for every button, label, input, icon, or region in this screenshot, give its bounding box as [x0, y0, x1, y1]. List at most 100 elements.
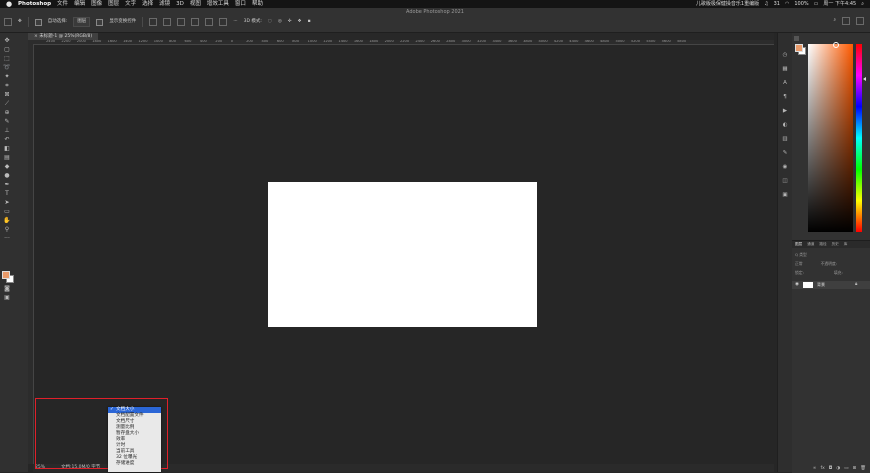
- link-layers-icon[interactable]: ∞: [813, 466, 817, 471]
- panel-collapse-icon[interactable]: [794, 36, 799, 41]
- calendar-date[interactable]: 31: [774, 0, 780, 8]
- dodge-tool-icon[interactable]: ●: [3, 172, 11, 180]
- styles-panel-icon[interactable]: ▣: [781, 191, 789, 199]
- move-tool-icon[interactable]: ✥: [18, 18, 22, 26]
- color-picker-handle[interactable]: [833, 42, 839, 48]
- slide-3d-icon[interactable]: ❖: [298, 18, 302, 26]
- menu-filter[interactable]: 滤镜: [159, 0, 170, 8]
- pan-3d-icon[interactable]: ✣: [288, 18, 292, 26]
- align-left-icon[interactable]: [149, 18, 158, 26]
- layer-kind-filter[interactable]: Q 类型: [795, 252, 807, 257]
- eraser-tool-icon[interactable]: ◧: [3, 145, 11, 153]
- document-tab[interactable]: × 未标题-1 @ 25%(RGB/8): [28, 33, 99, 40]
- frame-tool-icon[interactable]: ⊠: [3, 91, 11, 99]
- history-panel-icon[interactable]: ◷: [781, 51, 789, 59]
- swatches-panel-icon[interactable]: ▦: [781, 65, 789, 73]
- screen-mode-icon[interactable]: ▣: [3, 294, 11, 302]
- new-group-icon[interactable]: ▭: [844, 466, 848, 471]
- menu-select[interactable]: 选择: [142, 0, 153, 8]
- quick-mask-icon[interactable]: ◙: [3, 285, 11, 293]
- paragraph-panel-icon[interactable]: ¶: [781, 93, 789, 101]
- share-icon[interactable]: [856, 17, 864, 25]
- roll-3d-icon[interactable]: ◎: [278, 18, 282, 26]
- clock[interactable]: 周一 下午4:45: [823, 0, 856, 8]
- search-icon[interactable]: ⌕: [861, 0, 864, 8]
- align-bottom-icon[interactable]: [219, 18, 228, 26]
- libraries-panel-icon[interactable]: ▥: [781, 135, 789, 143]
- menu-help[interactable]: 帮助: [252, 0, 263, 8]
- menu-image[interactable]: 图像: [91, 0, 102, 8]
- apple-icon[interactable]: ●: [6, 0, 12, 8]
- gradient-tool-icon[interactable]: ▤: [3, 154, 11, 162]
- delete-layer-icon[interactable]: 🗑︎: [860, 466, 866, 471]
- layer-style-icon[interactable]: fx: [820, 466, 824, 471]
- workspace-icon[interactable]: [842, 17, 850, 25]
- panel-foreground-swatch[interactable]: [795, 44, 803, 52]
- tab-channels[interactable]: 通道: [807, 241, 814, 248]
- hue-slider[interactable]: [856, 44, 862, 232]
- magic-wand-tool-icon[interactable]: ✦: [3, 73, 11, 81]
- properties-panel-icon[interactable]: ▶: [781, 107, 789, 115]
- add-mask-icon[interactable]: ◘: [829, 466, 833, 471]
- more-options-icon[interactable]: ···: [233, 18, 237, 26]
- menu-item-save-progress[interactable]: 存储进度: [108, 461, 161, 467]
- horizontal-ruler[interactable]: 2400 2200 2000 1800 1600 1400 1200 1000 800 600 40…: [28, 40, 774, 45]
- auto-select-target-dropdown[interactable]: 图层: [73, 17, 91, 27]
- healing-brush-tool-icon[interactable]: ⊕: [3, 109, 11, 117]
- lasso-tool-icon[interactable]: ➰: [3, 64, 11, 72]
- transform-controls-checkbox[interactable]: [96, 18, 104, 26]
- color-swatches[interactable]: [2, 271, 14, 283]
- layer-row-background[interactable]: ◉ 背景 🔒︎: [792, 281, 870, 289]
- pen-tool-icon[interactable]: ✒: [3, 181, 11, 189]
- blend-mode-row[interactable]: 正常 不透明度:: [795, 261, 867, 267]
- foreground-color-swatch[interactable]: [2, 271, 10, 279]
- tab-libraries[interactable]: 库: [844, 241, 848, 248]
- home-icon[interactable]: [4, 18, 12, 26]
- channels-panel-icon[interactable]: ◉: [781, 163, 789, 171]
- menu-window[interactable]: 窗口: [235, 0, 246, 8]
- menu-plugins[interactable]: 增效工具: [207, 0, 229, 8]
- vertical-ruler[interactable]: [28, 44, 34, 464]
- menu-type[interactable]: 文字: [125, 0, 136, 8]
- auto-select-checkbox[interactable]: [34, 18, 42, 26]
- blend-mode-dropdown[interactable]: 正常: [795, 261, 803, 266]
- more-tools-icon[interactable]: ···: [3, 235, 11, 243]
- hue-slider-handle[interactable]: [863, 77, 866, 81]
- align-center-icon[interactable]: [163, 18, 172, 26]
- menu-file[interactable]: 文件: [57, 0, 68, 8]
- document-canvas[interactable]: [268, 182, 537, 327]
- zoom-tool-icon[interactable]: ⚲: [3, 226, 11, 234]
- brushes-panel-icon[interactable]: ✎: [781, 149, 789, 157]
- battery-icon[interactable]: ▭: [814, 0, 819, 8]
- type-tool-icon[interactable]: T: [3, 190, 11, 198]
- visibility-eye-icon[interactable]: ◉: [795, 281, 799, 289]
- brush-tool-icon[interactable]: ✎: [3, 118, 11, 126]
- layer-filter-row[interactable]: Q 类型: [795, 252, 867, 258]
- layer-name[interactable]: 背景: [817, 281, 825, 289]
- align-top-icon[interactable]: [191, 18, 200, 26]
- blur-tool-icon[interactable]: ◆: [3, 163, 11, 171]
- scale-3d-icon[interactable]: ▪: [308, 18, 311, 26]
- now-playing[interactable]: 儿歌版极保健操音乐1重编版: [696, 0, 759, 8]
- move-tool-icon[interactable]: ✥: [3, 37, 11, 45]
- eyedropper-tool-icon[interactable]: ⟋: [3, 100, 11, 108]
- battery-percent[interactable]: 100%: [794, 0, 808, 8]
- crop-tool-icon[interactable]: ⌗: [3, 82, 11, 90]
- search-icon[interactable]: ⌕: [833, 17, 836, 25]
- align-right-icon[interactable]: [177, 18, 186, 26]
- menu-edit[interactable]: 编辑: [74, 0, 85, 8]
- rectangle-tool-icon[interactable]: ▭: [3, 208, 11, 216]
- menu-3d[interactable]: 3D: [176, 0, 184, 8]
- orbit-3d-icon[interactable]: ◌: [268, 18, 272, 26]
- align-middle-icon[interactable]: [205, 18, 214, 26]
- path-selection-tool-icon[interactable]: ➤: [3, 199, 11, 207]
- tab-layers[interactable]: 图层: [795, 241, 802, 248]
- wifi-icon[interactable]: ◠: [785, 0, 789, 8]
- adjustment-layer-icon[interactable]: ◑: [836, 466, 840, 471]
- tab-paths[interactable]: 路径: [819, 241, 826, 248]
- character-panel-icon[interactable]: A: [781, 79, 789, 87]
- marquee-tool-icon[interactable]: ⬚: [3, 55, 11, 63]
- new-layer-icon[interactable]: ⊞: [853, 466, 857, 471]
- tab-history[interactable]: 历史: [832, 241, 839, 248]
- adjustments-panel-icon[interactable]: ◐: [781, 121, 789, 129]
